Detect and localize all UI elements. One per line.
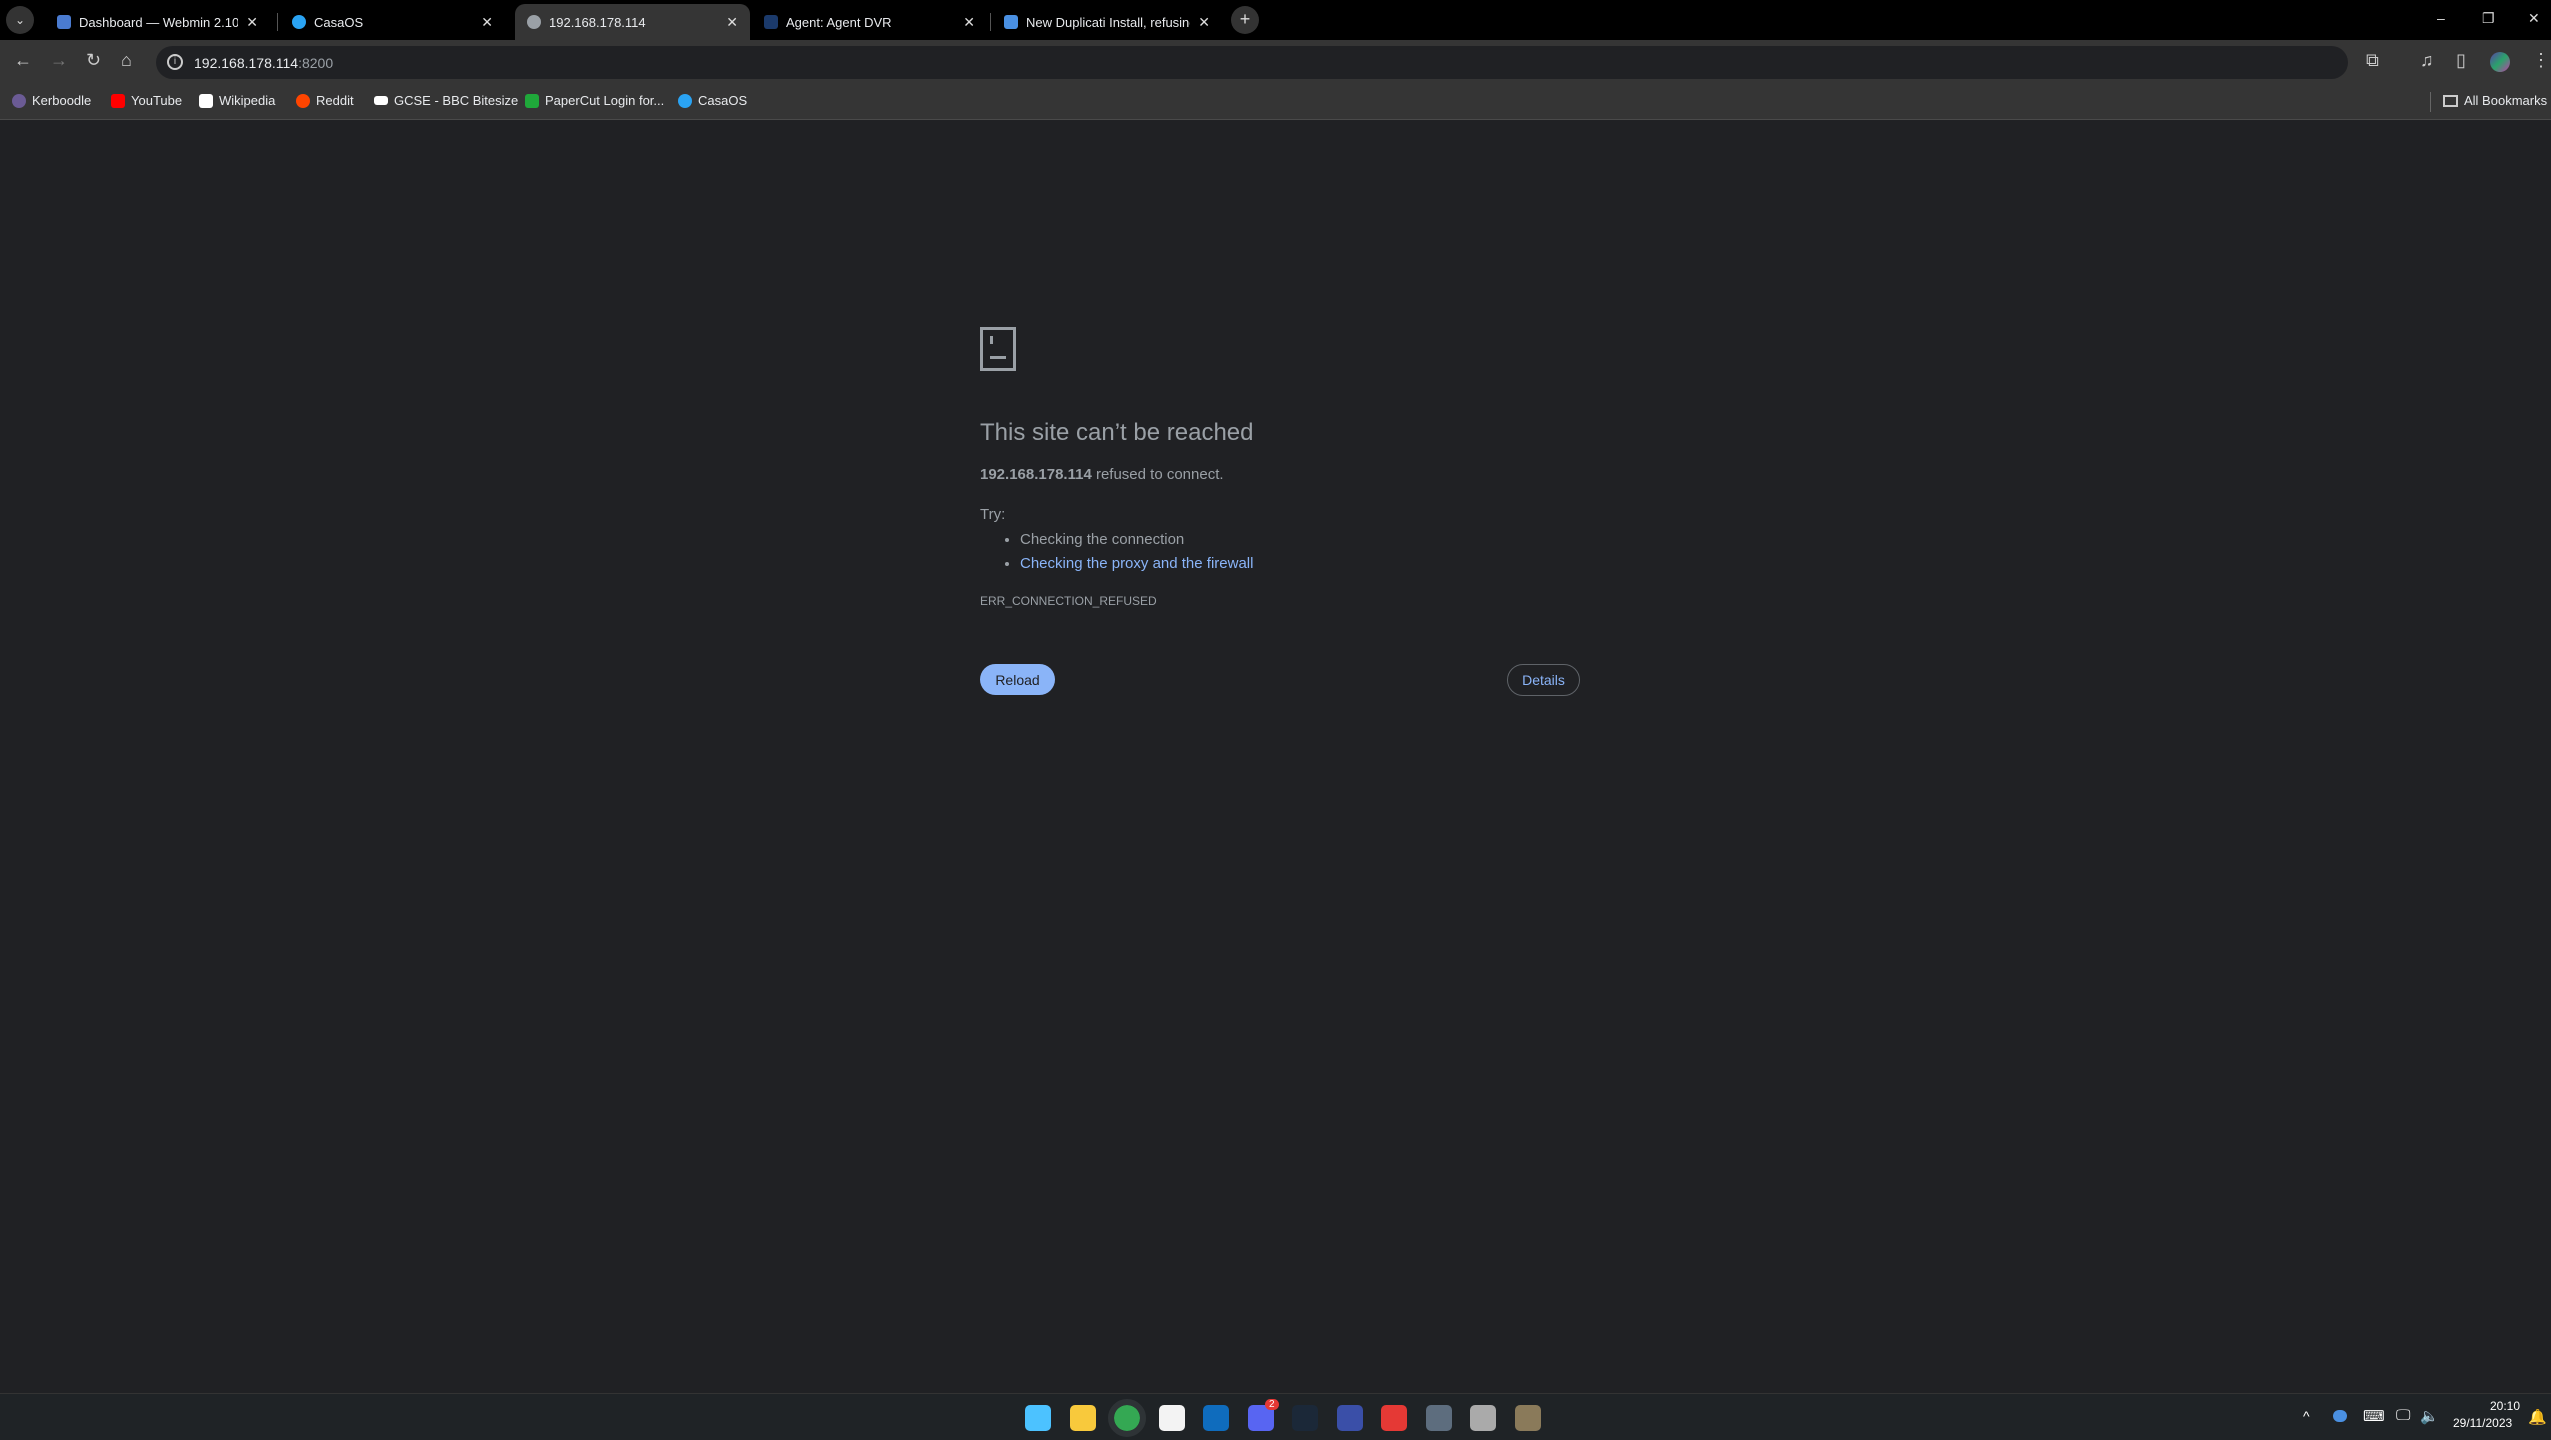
clock-time[interactable]: 20:10	[2490, 1399, 2520, 1413]
close-tab-icon[interactable]: ✕	[246, 14, 258, 31]
network-icon[interactable]: 🖵	[2396, 1407, 2410, 1424]
bookmarks-bar: Kerboodle YouTube Wikipedia Reddit GCSE …	[0, 84, 2551, 120]
app-icon[interactable]	[1336, 1405, 1363, 1431]
show-hidden-icons[interactable]: ^	[2303, 1408, 2310, 1424]
bookmark-reddit[interactable]: Reddit	[296, 93, 354, 108]
home-icon[interactable]: ⌂	[121, 50, 132, 71]
outlook-icon[interactable]	[1203, 1405, 1229, 1431]
bbc-icon	[374, 96, 388, 105]
tab-search-button[interactable]: ⌄	[6, 6, 34, 34]
close-tab-icon[interactable]: ✕	[1198, 14, 1210, 31]
menu-icon[interactable]: ⋮	[2532, 50, 2550, 71]
onedrive-icon[interactable]	[2333, 1410, 2347, 1422]
suggestion-proxy-firewall[interactable]: Checking the proxy and the firewall	[1020, 552, 1253, 576]
suggestion-check-connection: Checking the connection	[1020, 528, 1253, 552]
microsoft-store-icon[interactable]	[1158, 1405, 1185, 1431]
reload-button[interactable]: Reload	[980, 664, 1055, 695]
minimize-button[interactable]: –	[2437, 10, 2445, 26]
app-icon-3[interactable]	[1514, 1405, 1541, 1431]
agent-dvr-icon	[764, 15, 778, 29]
tab-webmin[interactable]: Dashboard — Webmin 2.105 (✕	[45, 4, 270, 40]
address-bar[interactable]: i 192.168.178.114:8200	[156, 46, 2348, 79]
error-page	[0, 120, 2551, 1393]
casaos-icon	[292, 15, 306, 29]
error-host: 192.168.178.114	[980, 466, 1092, 483]
keyboard-icon[interactable]: ⌨	[2363, 1407, 2385, 1425]
error-title: This site can’t be reached	[980, 419, 1254, 446]
media-icon[interactable]: ♫	[2420, 50, 2434, 71]
close-window-button[interactable]: ✕	[2528, 10, 2540, 27]
chrome-icon[interactable]	[1108, 1399, 1146, 1437]
error-code: ERR_CONNECTION_REFUSED	[980, 594, 1157, 608]
duplicati-icon	[1004, 15, 1018, 29]
site-info-icon[interactable]: i	[167, 54, 183, 70]
notification-bell-icon[interactable]: 🔔	[2528, 1408, 2547, 1426]
side-panel-icon[interactable]: ▯	[2456, 50, 2466, 71]
steam-icon[interactable]	[1292, 1405, 1318, 1431]
bookmark-wikipedia[interactable]: Wikipedia	[199, 93, 275, 108]
tab-agent-dvr[interactable]: Agent: Agent DVR ✕	[752, 4, 987, 40]
youtube-icon	[111, 93, 125, 108]
reload-icon[interactable]: ↻	[86, 50, 101, 71]
sad-document-icon	[980, 327, 1016, 371]
bookmark-bbc-bitesize[interactable]: GCSE - BBC Bitesize	[374, 93, 518, 108]
casaos-icon	[678, 93, 692, 108]
bookmark-casaos[interactable]: CasaOS	[678, 93, 747, 108]
url-host: 192.168.178.114	[194, 54, 299, 71]
reddit-icon	[296, 93, 310, 108]
close-tab-icon[interactable]: ✕	[963, 14, 975, 31]
kerboodle-icon	[12, 93, 26, 108]
notification-badge: 2	[1264, 1399, 1279, 1410]
back-icon[interactable]: ←	[14, 50, 32, 71]
bookmark-papercut[interactable]: PaperCut Login for...	[525, 93, 664, 108]
forward-icon[interactable]: →	[50, 50, 68, 71]
volume-icon[interactable]: 🔈	[2420, 1407, 2439, 1425]
papercut-icon	[525, 93, 539, 108]
discord-icon[interactable]: 2	[1247, 1399, 1279, 1431]
close-tab-icon[interactable]: ✕	[726, 14, 738, 31]
proxy-firewall-link[interactable]: Checking the proxy and the firewall	[1020, 555, 1253, 572]
webmin-icon	[57, 15, 71, 29]
wikipedia-icon	[199, 93, 213, 108]
bookmark-youtube[interactable]: YouTube	[111, 93, 182, 108]
all-bookmarks-button[interactable]: All Bookmarks	[2443, 93, 2547, 108]
error-message: 192.168.178.114 refused to connect.	[980, 466, 1224, 483]
folder-icon	[2443, 94, 2458, 107]
profile-avatar[interactable]	[2490, 52, 2510, 72]
app-icon-2[interactable]	[1470, 1405, 1496, 1431]
globe-icon	[527, 15, 541, 29]
tab-active[interactable]: 192.168.178.114 ✕	[515, 4, 750, 40]
settings-icon[interactable]	[1425, 1405, 1452, 1431]
close-tab-icon[interactable]: ✕	[481, 14, 493, 31]
details-button[interactable]: Details	[1507, 664, 1580, 696]
new-tab-button[interactable]: +	[1231, 6, 1259, 34]
bookmark-kerboodle[interactable]: Kerboodle	[12, 93, 91, 108]
tab-duplicati[interactable]: New Duplicati Install, refusing ✕	[992, 4, 1222, 40]
restore-button[interactable]: ❐	[2482, 10, 2495, 27]
app-4-icon[interactable]	[1381, 1405, 1407, 1431]
start-icon[interactable]	[1025, 1405, 1051, 1431]
extensions-icon[interactable]: ⧉	[2366, 50, 2379, 71]
clock-date[interactable]: 29/11/2023	[2453, 1416, 2512, 1430]
url-port: :8200	[298, 54, 334, 71]
tab-casaos[interactable]: CasaOS ✕	[280, 4, 505, 40]
tab-strip: ⌄ Dashboard — Webmin 2.105 (✕ CasaOS ✕ 19…	[0, 0, 2551, 40]
file-explorer-icon[interactable]	[1069, 1405, 1096, 1431]
try-label: Try:	[980, 506, 1006, 523]
taskbar: 2 ^ ⌨ 🖵 🔈 20:10 29/11/2023 🔔	[0, 1393, 2551, 1440]
suggestions-list: Checking the connection Checking the pro…	[1020, 528, 1253, 576]
